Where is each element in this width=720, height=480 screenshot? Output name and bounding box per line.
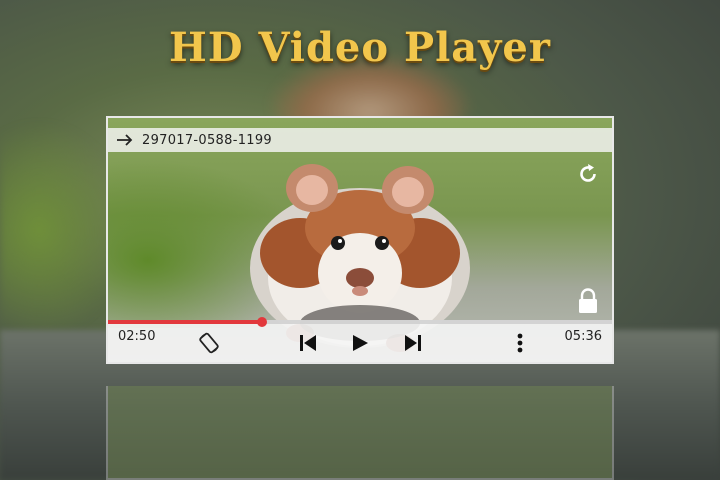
control-bar: 02:50 05:36: [108, 317, 612, 362]
seek-progress: [108, 320, 263, 324]
reflection-frame: [106, 386, 614, 480]
skip-next-icon[interactable]: [401, 333, 425, 353]
seek-bar[interactable]: [108, 317, 612, 327]
file-info-bar: 297017-0588-1199: [108, 128, 612, 152]
video-player[interactable]: 297017-0588-1199 02:50 05:36: [106, 116, 614, 364]
app-title: HD Video Player: [169, 24, 551, 71]
file-name: 297017-0588-1199: [142, 132, 272, 148]
skip-previous-icon[interactable]: [296, 333, 320, 353]
player-reflection: [106, 386, 614, 480]
screen-rotation-icon[interactable]: [196, 332, 222, 354]
arrow-right-icon[interactable]: [108, 128, 142, 152]
more-vertical-icon[interactable]: [510, 333, 530, 353]
lock-icon[interactable]: [576, 288, 600, 314]
seek-thumb[interactable]: [257, 317, 268, 327]
total-time: 05:36: [564, 329, 602, 344]
elapsed-time: 02:50: [118, 329, 156, 344]
play-icon[interactable]: [348, 333, 372, 353]
rotate-icon[interactable]: [576, 162, 600, 186]
